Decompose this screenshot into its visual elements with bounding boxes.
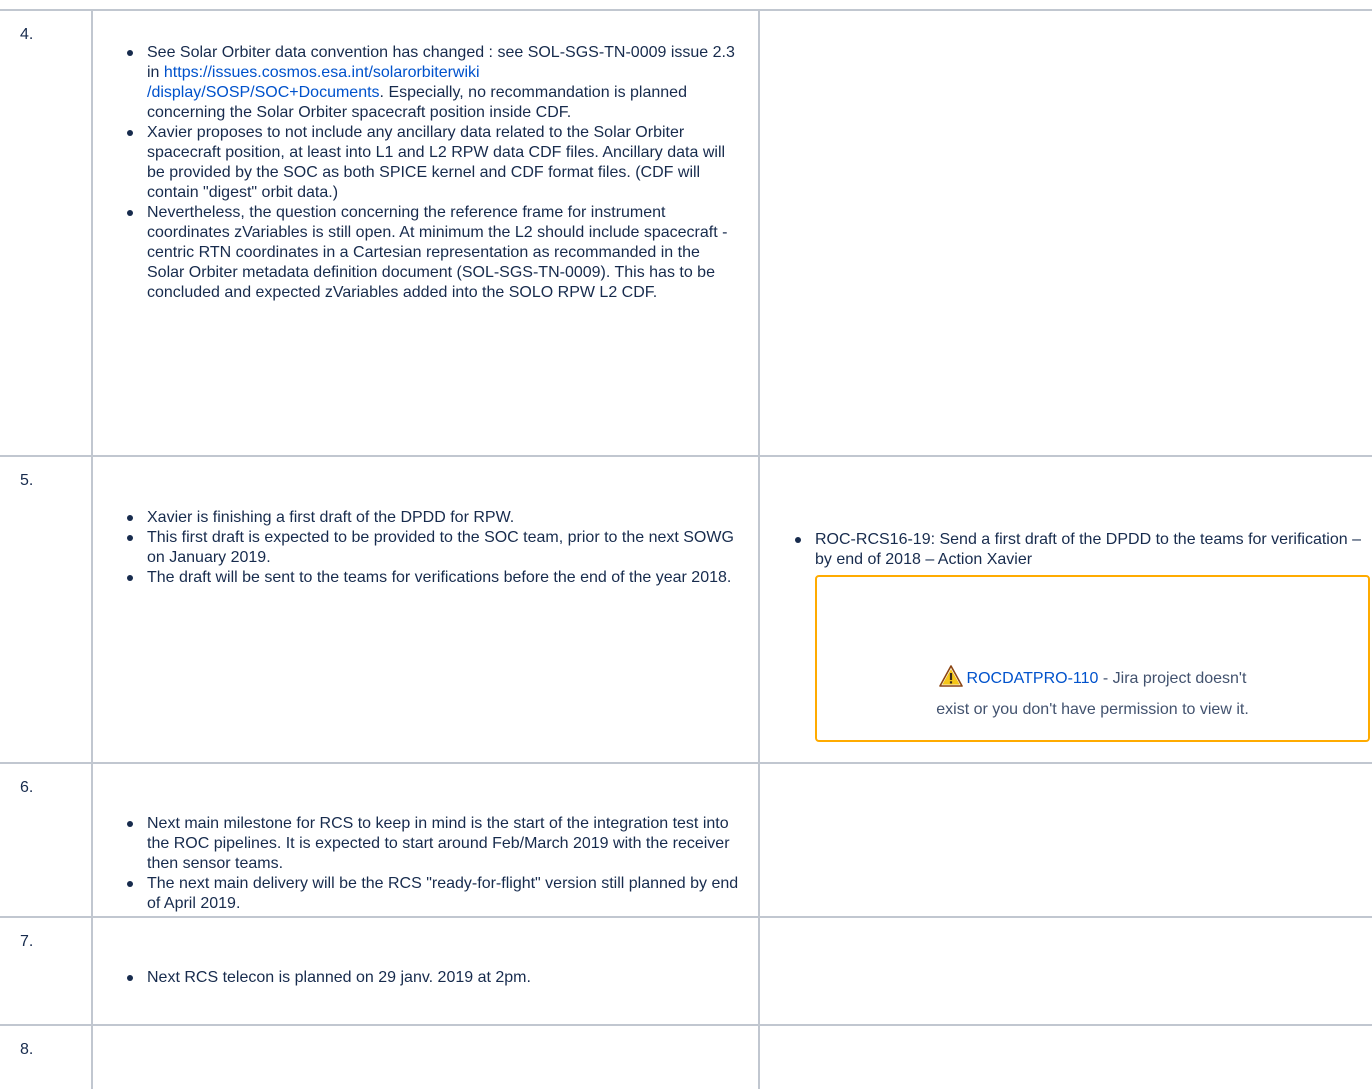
row-number: 7. bbox=[20, 933, 34, 950]
link-text-part1: https://issues.cosmos.esa.int/solarorbit… bbox=[163, 64, 480, 81]
jira-issue-link[interactable]: ROCDATPRO-110 bbox=[967, 670, 1099, 687]
link-text-part2: /display/SOSP/SOC+Documents bbox=[147, 84, 380, 101]
table-row-border bbox=[0, 762, 1372, 764]
list-item: See Solar Orbiter data convention has ch… bbox=[119, 43, 739, 123]
list-item: Next main milestone for RCS to keep in m… bbox=[119, 814, 741, 874]
list-item: Next RCS telecon is planned on 29 janv. … bbox=[119, 968, 741, 988]
jira-issue-line: ROCDATPRO-110 - Jira project doesn't bbox=[817, 665, 1368, 690]
table-row-border bbox=[0, 1024, 1372, 1026]
jira-error-text-continued: exist or you don't have permission to vi… bbox=[936, 701, 1249, 718]
table-column-border bbox=[91, 9, 93, 1089]
discussion-list: Next main milestone for RCS to keep in m… bbox=[119, 814, 741, 914]
row-number: 8. bbox=[20, 1041, 34, 1058]
row-number: 5. bbox=[20, 472, 34, 489]
list-item: This first draft is expected to be provi… bbox=[119, 528, 747, 568]
jira-issue-macro: ROCDATPRO-110 - Jira project doesn't exi… bbox=[815, 575, 1370, 742]
discussion-list: See Solar Orbiter data convention has ch… bbox=[119, 43, 739, 303]
discussion-list: Next RCS telecon is planned on 29 janv. … bbox=[119, 968, 741, 988]
row-number: 4. bbox=[20, 26, 34, 43]
discussion-list: Xavier is finishing a first draft of the… bbox=[119, 508, 747, 588]
jira-error-text: - Jira project doesn't bbox=[1098, 670, 1247, 687]
list-item: Xavier proposes to not include any ancil… bbox=[119, 123, 739, 203]
list-item: Xavier is finishing a first draft of the… bbox=[119, 508, 747, 528]
list-item: The draft will be sent to the teams for … bbox=[119, 568, 747, 588]
row-number: 6. bbox=[20, 779, 34, 796]
table-row-border bbox=[0, 455, 1372, 457]
table-row-border bbox=[0, 916, 1372, 918]
table-column-border bbox=[758, 9, 760, 1089]
warning-icon bbox=[938, 665, 963, 687]
list-item: The next main delivery will be the RCS "… bbox=[119, 874, 741, 914]
action-item: ROC-RCS16-19: Send a first draft of the … bbox=[787, 530, 1362, 570]
list-item: Nevertheless, the question concerning th… bbox=[119, 203, 739, 303]
table-row-border bbox=[0, 9, 1372, 11]
action-list: ROC-RCS16-19: Send a first draft of the … bbox=[787, 530, 1362, 570]
